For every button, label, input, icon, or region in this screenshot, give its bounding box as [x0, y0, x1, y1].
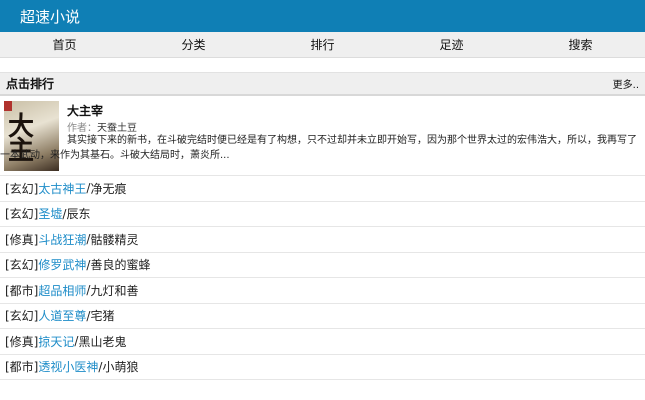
list-item-author: 骷髅精灵 [90, 232, 139, 247]
main-nav: 首页 分类 排行 足迹 搜索 [0, 32, 645, 58]
list-item: [都市] 透视小医神 / 小萌狼 [0, 355, 645, 380]
list-item: [玄幻] 人道至尊 / 宅猪 [0, 304, 645, 329]
list-item: [都市] 超品相师 / 九灯和善 [0, 278, 645, 304]
list-item-title-link[interactable]: 透视小医神 [38, 358, 98, 375]
list-item-title-link[interactable]: 斗战狂潮 [38, 231, 86, 248]
list-item-category: [修真] [5, 334, 39, 349]
list-item-title-link[interactable]: 圣墟 [38, 205, 62, 222]
list-item-title-link[interactable]: 人道至尊 [38, 307, 86, 324]
list-item-author: 黑山老鬼 [78, 334, 127, 349]
featured-summary: 其实接下来的新书，在斗破完结时便已经是有了构想，只不过却并未立即开始写，因为那个… [0, 135, 637, 161]
list-item-author: 辰东 [66, 207, 91, 222]
list-item-category: [都市] [5, 360, 39, 375]
site-title[interactable]: 超速小说 [20, 6, 80, 27]
ranking-list: [玄幻] 太古神王 / 净无痕 [玄幻] 圣墟 / 辰东 [修真] 斗战狂潮 / 骷髅精灵 [玄幻… [0, 176, 645, 380]
list-item: [玄幻] 修罗武神 / 善良的蜜蜂 [0, 253, 645, 278]
list-item-title-link[interactable]: 超品相师 [38, 282, 86, 299]
list-item-author: 宅猪 [90, 309, 115, 324]
list-item-author: 小萌狼 [102, 360, 139, 375]
list-item-title-link[interactable]: 掠天记 [38, 333, 74, 350]
cover-seal [4, 101, 12, 111]
nav-search[interactable]: 搜索 [516, 36, 645, 53]
list-item-category: [玄幻] [5, 181, 39, 196]
list-item: [修真] 斗战狂潮 / 骷髅精灵 [0, 227, 645, 253]
nav-home[interactable]: 首页 [0, 36, 129, 53]
list-item: [玄幻] 圣墟 / 辰东 [0, 202, 645, 227]
list-item-author: 善良的蜜蜂 [90, 258, 151, 273]
featured-book-title[interactable]: 大主宰 [67, 102, 103, 119]
list-item-author: 九灯和善 [90, 283, 139, 298]
featured-author-line: 作者：天蚕土豆 [67, 119, 137, 134]
top-bar: 超速小说 [0, 0, 645, 32]
list-item-author: 净无痕 [90, 181, 127, 196]
list-item-category: [修真] [5, 232, 39, 247]
ranking-title: 点击排行 [6, 77, 55, 91]
nav-ranking[interactable]: 排行 [258, 36, 387, 53]
nav-history[interactable]: 足迹 [387, 36, 516, 53]
list-item-category: [都市] [5, 283, 39, 298]
list-item: [玄幻] 太古神王 / 净无痕 [0, 176, 645, 202]
list-item-category: [玄幻] [5, 258, 39, 273]
list-item: [修真] 掠天记 / 黑山老鬼 [0, 329, 645, 355]
list-item-title-link[interactable]: 太古神王 [38, 180, 86, 197]
featured-book: 大主 大主宰 作者：天蚕土豆 其实接下来的新书，在斗破完结时便已经是有了构想，只… [0, 96, 645, 176]
list-item-title-link[interactable]: 修罗武神 [38, 256, 86, 273]
list-item-category: [玄幻] [5, 309, 39, 324]
nav-category[interactable]: 分类 [129, 36, 258, 53]
ranking-header: 点击排行 更多.. [0, 72, 645, 96]
list-item-category: [玄幻] [5, 207, 39, 222]
more-link[interactable]: 更多.. [613, 76, 639, 91]
